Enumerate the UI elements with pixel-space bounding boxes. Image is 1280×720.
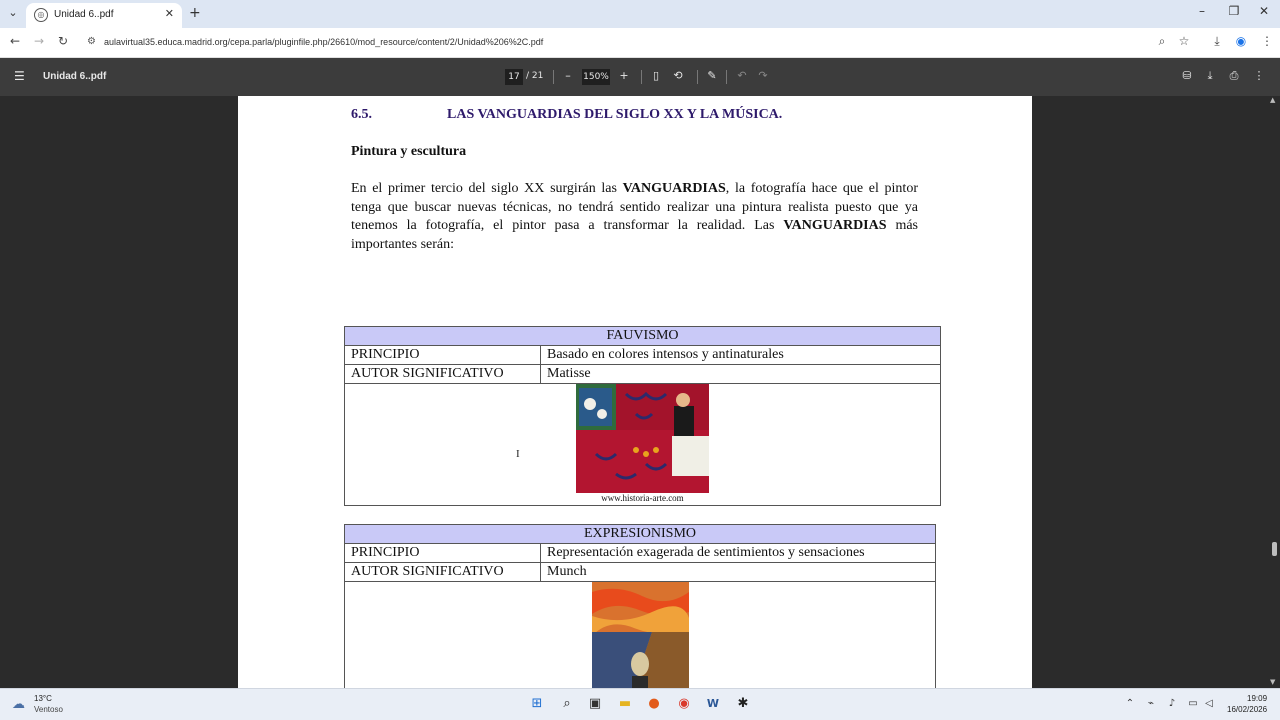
scroll-up-icon[interactable]: ▲: [1270, 96, 1275, 104]
save-drive-icon[interactable]: ⛁: [1179, 69, 1195, 82]
section-title: LAS VANGUARDIAS DEL SIGLO XX Y LA MÚSICA…: [447, 107, 783, 122]
reload-icon[interactable]: ↻: [54, 34, 72, 48]
table-value: Representación exagerada de sentimientos…: [540, 543, 936, 563]
pdf-download-icon[interactable]: ⤓: [1202, 69, 1218, 83]
network-icon[interactable]: ▭: [1186, 698, 1200, 709]
print-icon[interactable]: ⎙: [1226, 69, 1242, 83]
windows-start-icon[interactable]: ⊞: [528, 695, 546, 713]
intro-bold: VANGUARDIAS: [622, 181, 726, 196]
expresionismo-table: EXPRESIONISMO PRINCIPIO Representación e…: [344, 524, 936, 688]
tray-app-icon[interactable]: ⌁: [1144, 698, 1158, 709]
taskbar: ☁ 13°C Ventoso ⊞ ⌕ ▣ ▬ ● ◉ W ✱ ⌃ ⌁ ♪ ▭ ◁…: [0, 688, 1280, 720]
intro-bold: VANGUARDIAS: [783, 218, 887, 233]
browser-tab[interactable]: ◎ Unidad 6..pdf ✕: [26, 3, 182, 28]
download-icon[interactable]: ⤓: [1208, 34, 1226, 49]
tab-strip: ⌄ ◎ Unidad 6..pdf ✕ + – ❐ ✕: [0, 0, 1280, 28]
pdf-page: 6.5. LAS VANGUARDIAS DEL SIGLO XX Y LA M…: [238, 96, 1032, 688]
pdf-more-icon[interactable]: ⋮: [1251, 69, 1267, 82]
restore-icon[interactable]: ❐: [1224, 4, 1244, 18]
profile-icon[interactable]: ◉: [1232, 34, 1250, 48]
table-header: EXPRESIONISMO: [344, 524, 936, 544]
scroll-down-icon[interactable]: ▼: [1270, 678, 1275, 686]
table-value: Munch: [540, 562, 936, 582]
fit-page-icon[interactable]: ▯: [648, 69, 664, 82]
munch-painting: [591, 582, 689, 688]
pdf-file-name: Unidad 6..pdf: [43, 71, 107, 82]
intro-text: En el primer tercio del siglo XX surgirá…: [351, 181, 623, 196]
clock-time[interactable]: 19:09: [1247, 694, 1267, 703]
matisse-painting: [576, 384, 709, 493]
zoom-level-input[interactable]: 150%: [582, 69, 610, 85]
pdf-toolbar: ☰ Unidad 6..pdf 17 / 21 – 150% + ▯ ⟲ ✎ ↶…: [0, 58, 1280, 96]
rotate-icon[interactable]: ⟲: [670, 69, 686, 82]
zoom-icon[interactable]: ⌕: [1153, 34, 1171, 49]
forward-icon[interactable]: →: [30, 34, 48, 48]
table-label: PRINCIPIO: [344, 345, 541, 365]
page-number-input[interactable]: 17: [505, 69, 523, 85]
redo-icon[interactable]: ↷: [755, 69, 771, 82]
toolbar-divider: [726, 70, 727, 84]
image-caption: www.historia-arte.com: [601, 493, 684, 503]
chrome-icon[interactable]: ◉: [675, 695, 693, 713]
image-cell: [344, 581, 936, 688]
tab-search-icon[interactable]: ⌄: [4, 4, 22, 22]
back-icon[interactable]: ←: [6, 34, 24, 48]
browser-menu-icon[interactable]: ⋮: [1258, 34, 1276, 48]
firefox-icon[interactable]: ●: [645, 695, 663, 713]
site-info-icon[interactable]: ⚙: [87, 36, 96, 47]
toolbar-divider: [553, 70, 554, 84]
bookmark-star-icon[interactable]: ☆: [1175, 34, 1193, 48]
app-icon[interactable]: ✱: [734, 695, 752, 713]
table-header: FAUVISMO: [344, 326, 941, 346]
section-number: 6.5.: [351, 107, 372, 122]
weather-temperature[interactable]: 13°C: [34, 694, 52, 703]
microphone-icon[interactable]: ♪: [1165, 698, 1179, 709]
globe-icon: ◎: [34, 8, 48, 22]
close-window-icon[interactable]: ✕: [1254, 4, 1274, 18]
intro-paragraph: En el primer tercio del siglo XX surgirá…: [351, 180, 918, 254]
hamburger-menu-icon[interactable]: ☰: [14, 69, 25, 83]
task-view-icon[interactable]: ▣: [586, 695, 604, 713]
subheading: Pintura y escultura: [351, 144, 467, 159]
minimize-icon[interactable]: –: [1192, 4, 1212, 18]
scrollbar[interactable]: ▲ ▼: [1268, 96, 1280, 688]
table-label: AUTOR SIGNIFICATIVO: [344, 562, 541, 582]
zoom-out-icon[interactable]: –: [560, 69, 576, 82]
page-total: / 21: [526, 71, 544, 81]
pdf-viewer[interactable]: 6.5. LAS VANGUARDIAS DEL SIGLO XX Y LA M…: [0, 96, 1280, 688]
scroll-thumb[interactable]: [1272, 542, 1277, 556]
toolbar-divider: [697, 70, 698, 84]
tab-close-icon[interactable]: ✕: [165, 7, 174, 20]
address-bar[interactable]: aulavirtual35.educa.madrid.org/cepa.parl…: [104, 37, 543, 47]
search-icon[interactable]: ⌕: [558, 695, 576, 713]
table-label: PRINCIPIO: [344, 543, 541, 563]
tray-chevron-icon[interactable]: ⌃: [1123, 698, 1137, 709]
volume-icon[interactable]: ◁: [1202, 698, 1216, 709]
file-explorer-icon[interactable]: ▬: [616, 695, 634, 713]
table-value: Matisse: [540, 364, 941, 384]
browser-toolbar: ← → ↻ ⚙ aulavirtual35.educa.madrid.org/c…: [0, 28, 1280, 58]
word-icon[interactable]: W: [704, 695, 722, 713]
annotate-icon[interactable]: ✎: [704, 69, 720, 82]
weather-icon[interactable]: ☁: [12, 697, 25, 712]
toolbar-divider: [641, 70, 642, 84]
zoom-in-icon[interactable]: +: [616, 69, 632, 82]
text-cursor-icon: I: [516, 448, 520, 460]
table-label: AUTOR SIGNIFICATIVO: [344, 364, 541, 384]
table-value: Basado en colores intensos y antinatural…: [540, 345, 941, 365]
undo-icon[interactable]: ↶: [734, 69, 750, 82]
new-tab-icon[interactable]: +: [189, 5, 201, 21]
clock-date[interactable]: 16/02/2026: [1227, 705, 1267, 714]
tab-title: Unidad 6..pdf: [54, 9, 114, 20]
fauvismo-table: FAUVISMO PRINCIPIO Basado en colores int…: [344, 326, 941, 506]
image-cell: www.historia-arte.com: [344, 383, 941, 506]
weather-description[interactable]: Ventoso: [34, 705, 63, 714]
